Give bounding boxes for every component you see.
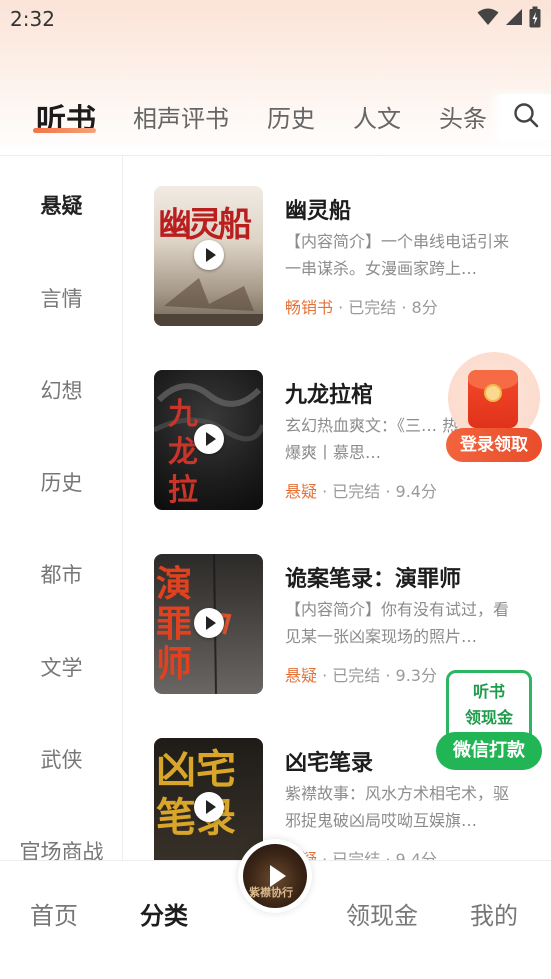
sidebar-item-officialdom-business[interactable]: 官场商战 (0, 836, 122, 860)
nav-home[interactable]: 首页 (30, 896, 78, 931)
active-tab-indicator (33, 128, 96, 133)
category-sidebar: 悬疑 言情 幻想 历史 都市 文学 武侠 官场商战 (0, 156, 123, 860)
now-playing-button[interactable]: 紫襟协行 (238, 839, 312, 913)
sidebar-item-fantasy[interactable]: 幻想 (0, 375, 122, 405)
login-claim-button[interactable]: 登录领取 (446, 428, 542, 462)
search-button[interactable] (500, 94, 551, 140)
book-title[interactable]: 诡案笔录：演罪师 (285, 561, 461, 593)
book-status-rating: · 已完结 · 8分 (333, 298, 438, 317)
nav-category[interactable]: 分类 (140, 896, 188, 931)
play-icon[interactable] (194, 608, 224, 638)
now-playing-cover: 紫襟协行 (243, 844, 307, 908)
sidebar-item-romance[interactable]: 言情 (0, 283, 122, 313)
search-icon (513, 102, 539, 132)
login-reward-redpacket[interactable]: 登录领取 (446, 352, 542, 464)
book-meta: 悬疑 · 已完结 · 9.3分 (285, 662, 437, 686)
book-genre-tag: 悬疑 (285, 482, 318, 501)
book-cover[interactable]: 演罪师 (154, 554, 263, 694)
book-title[interactable]: 幽灵船 (285, 193, 351, 225)
sidebar-item-literature[interactable]: 文学 (0, 652, 122, 682)
book-status-rating: · 已完结 · 9.4分 (317, 482, 437, 501)
book-genre-tag: 悬疑 (285, 666, 318, 685)
tab-history[interactable]: 历史 (267, 99, 315, 134)
book-item[interactable]: 演罪师 诡案笔录：演罪师 【内容简介】你有没有试过，看见某一张凶案现场的照片… … (124, 524, 551, 694)
cover-title-art: 幽灵船 (158, 205, 252, 245)
book-item[interactable]: 幽灵船 幽灵船 【内容简介】一个串线电话引来一串谋杀。女漫画家跨上… 畅销书 ·… (124, 156, 551, 326)
tab-crosstalk-storytelling[interactable]: 相声评书 (133, 99, 229, 134)
wechat-line2: 领现金 (464, 708, 513, 727)
wechat-pay-button[interactable]: 微信打款 (436, 732, 542, 770)
nav-earn-cash[interactable]: 领现金 (346, 896, 418, 931)
sidebar-item-suspense[interactable]: 悬疑 (0, 190, 122, 220)
play-icon[interactable] (194, 424, 224, 454)
play-icon (243, 844, 307, 908)
book-description: 紫襟故事：风水方术相宅术，驱邪捉鬼破凶局哎呦互娱旗… (285, 784, 510, 830)
book-title[interactable]: 九龙拉棺 (285, 377, 373, 409)
red-envelope-icon (468, 370, 518, 428)
sidebar-item-martial-arts[interactable]: 武侠 (0, 744, 122, 774)
signal-icon (505, 8, 523, 30)
book-status-rating: · 已完结 · 9.3分 (317, 666, 437, 685)
status-time: 2:32 (10, 7, 55, 31)
status-bar: 2:32 (0, 0, 551, 40)
coin-icon (484, 384, 502, 402)
play-icon[interactable] (194, 792, 224, 822)
book-description: 【内容简介】你有没有试过，看见某一张凶案现场的照片… (285, 600, 510, 646)
book-title[interactable]: 凶宅笔录 (285, 745, 373, 777)
wechat-line1: 听书 (472, 682, 505, 701)
sidebar-item-urban[interactable]: 都市 (0, 559, 122, 589)
book-meta: 悬疑 · 已完结 · 9.4分 (285, 478, 437, 502)
status-icons (477, 6, 541, 32)
book-cover[interactable]: 幽灵船 (154, 186, 263, 326)
book-cover[interactable]: 凶宅笔录 (154, 738, 263, 860)
tab-humanities[interactable]: 人文 (353, 99, 401, 134)
book-status-rating: · 已完结 · 9.4分 (317, 850, 437, 860)
book-genre-tag: 畅销书 (285, 298, 334, 317)
sidebar-item-history[interactable]: 历史 (0, 467, 122, 497)
book-cover[interactable]: 九龙拉棺 (154, 370, 263, 510)
wechat-cash-widget[interactable]: 听书 领现金 微信打款 (436, 670, 544, 772)
battery-charging-icon (529, 6, 541, 32)
book-description: 【内容简介】一个串线电话引来一串谋杀。女漫画家跨上… (285, 232, 510, 278)
play-icon[interactable] (194, 240, 224, 270)
book-meta: 畅销书 · 已完结 · 8分 (285, 294, 438, 318)
tab-headlines[interactable]: 头条 (439, 99, 487, 134)
nav-profile[interactable]: 我的 (470, 896, 518, 931)
wifi-icon (477, 8, 499, 30)
